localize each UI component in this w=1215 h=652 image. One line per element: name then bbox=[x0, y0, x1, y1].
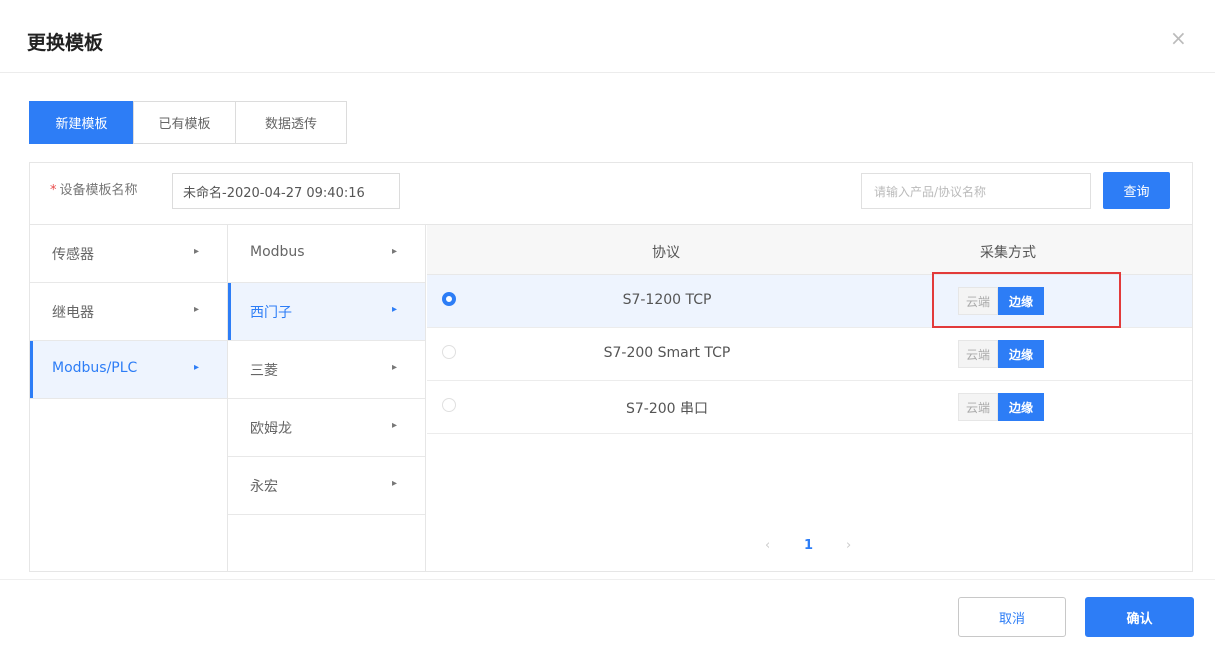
vendor-item-modbus[interactable]: Modbus ▸ bbox=[228, 225, 425, 283]
tab-existing-template[interactable]: 已有模板 bbox=[133, 101, 236, 144]
chevron-right-icon: ▸ bbox=[391, 362, 397, 373]
chevron-right-icon: ▸ bbox=[391, 478, 397, 489]
method-toggle: 云端 边缘 bbox=[958, 287, 1044, 315]
column-header-protocol: 协议 bbox=[652, 245, 680, 261]
table-row[interactable]: S7-200 Smart TCP 云端 边缘 bbox=[427, 328, 1192, 381]
protocol-name: S7-1200 TCP bbox=[622, 292, 712, 308]
cloud-button[interactable]: 云端 bbox=[958, 287, 998, 315]
template-name-input[interactable]: 未命名-2020-04-27 09:40:16 bbox=[172, 173, 400, 209]
pagination-prev[interactable]: ‹ bbox=[765, 538, 770, 553]
edge-button[interactable]: 边缘 bbox=[998, 287, 1044, 315]
template-name-label: * 设备模板名称 bbox=[50, 179, 138, 198]
edge-button[interactable]: 边缘 bbox=[998, 393, 1044, 421]
required-mark: * bbox=[50, 183, 57, 198]
table-row[interactable]: S7-200 串口 云端 边缘 bbox=[427, 381, 1192, 434]
category-label: 继电器 bbox=[52, 305, 94, 321]
vendor-item-fatek[interactable]: 永宏 ▸ bbox=[228, 457, 425, 515]
tab-data-passthrough[interactable]: 数据透传 bbox=[235, 101, 347, 144]
pagination-page[interactable]: 1 bbox=[804, 538, 813, 553]
vendor-label: 西门子 bbox=[250, 305, 292, 321]
vendor-item-mitsubishi[interactable]: 三菱 ▸ bbox=[228, 341, 425, 399]
query-button[interactable]: 查询 bbox=[1103, 172, 1170, 209]
column-header-method: 采集方式 bbox=[980, 245, 1036, 261]
table-row[interactable]: S7-1200 TCP 云端 边缘 bbox=[427, 275, 1192, 328]
vendor-label: 三菱 bbox=[250, 363, 278, 379]
edge-button[interactable]: 边缘 bbox=[998, 340, 1044, 368]
pagination-next[interactable]: › bbox=[846, 538, 851, 553]
chevron-right-icon: ▸ bbox=[193, 246, 199, 257]
protocol-name: S7-200 串口 bbox=[625, 401, 709, 417]
cloud-button[interactable]: 云端 bbox=[958, 340, 998, 368]
cancel-button[interactable]: 取消 bbox=[958, 597, 1066, 637]
category-label: 传感器 bbox=[52, 247, 94, 263]
category-item-sensor[interactable]: 传感器 ▸ bbox=[30, 225, 227, 283]
category-item-relay[interactable]: 继电器 ▸ bbox=[30, 283, 227, 341]
confirm-button[interactable]: 确认 bbox=[1085, 597, 1194, 637]
protocol-name: S7-200 Smart TCP bbox=[603, 345, 731, 361]
category-label: Modbus/PLC bbox=[52, 360, 138, 376]
search-input[interactable]: 请输入产品/协议名称 bbox=[861, 173, 1091, 209]
method-toggle: 云端 边缘 bbox=[958, 340, 1044, 368]
table-header: 协议 采集方式 bbox=[427, 225, 1192, 275]
vendor-item-omron[interactable]: 欧姆龙 ▸ bbox=[228, 399, 425, 457]
close-icon[interactable]: × bbox=[1170, 26, 1187, 50]
vendor-label: Modbus bbox=[250, 244, 305, 260]
chevron-right-icon: ▸ bbox=[391, 420, 397, 431]
footer-divider bbox=[0, 579, 1215, 580]
header-divider bbox=[0, 72, 1215, 73]
vendor-label: 欧姆龙 bbox=[250, 421, 292, 437]
chevron-right-icon: ▸ bbox=[391, 246, 397, 257]
chevron-right-icon: ▸ bbox=[391, 304, 397, 315]
chevron-right-icon: ▸ bbox=[193, 304, 199, 315]
chevron-right-icon: ▸ bbox=[193, 362, 199, 373]
dialog-title: 更换模板 bbox=[27, 32, 104, 54]
tab-new-template[interactable]: 新建模板 bbox=[29, 101, 134, 144]
vendor-item-siemens[interactable]: 西门子 ▸ bbox=[228, 283, 425, 341]
vendor-list: Modbus ▸ 西门子 ▸ 三菱 ▸ 欧姆龙 ▸ 永宏 ▸ bbox=[228, 225, 426, 571]
category-list: 传感器 ▸ 继电器 ▸ Modbus/PLC ▸ bbox=[30, 225, 228, 571]
cloud-button[interactable]: 云端 bbox=[958, 393, 998, 421]
category-item-modbus-plc[interactable]: Modbus/PLC ▸ bbox=[30, 341, 227, 399]
vendor-label: 永宏 bbox=[250, 479, 278, 495]
template-name-label-text: 设备模板名称 bbox=[59, 183, 138, 198]
method-toggle: 云端 边缘 bbox=[958, 393, 1044, 421]
